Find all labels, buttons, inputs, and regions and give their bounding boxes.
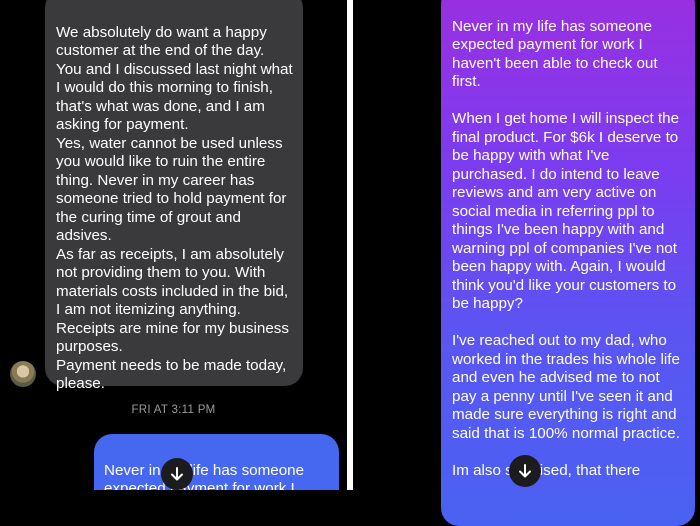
scroll-to-bottom-button[interactable] xyxy=(161,458,193,490)
received-message-bubble: We absolutely do want a happy customer a… xyxy=(45,0,303,392)
sent-message-long-text: Never in my life has someone expected pa… xyxy=(452,17,680,479)
arrow-down-icon xyxy=(171,467,183,481)
scroll-to-bottom-button-right[interactable] xyxy=(509,455,541,487)
left-chat-screen: We absolutely do want a happy customer a… xyxy=(0,0,347,490)
sent-message-text: Never in my life has someone expected pa… xyxy=(104,461,305,491)
contact-avatar[interactable] xyxy=(10,361,36,387)
received-message-text: We absolutely do want a happy customer a… xyxy=(56,23,293,393)
arrow-down-icon xyxy=(519,464,531,478)
sent-message-bubble-long: Never in my life has someone expected pa… xyxy=(441,0,695,526)
message-timestamp: FRI AT 3:11 PM xyxy=(131,404,216,416)
sent-message-bubble: Never in my life has someone expected pa… xyxy=(94,434,339,490)
